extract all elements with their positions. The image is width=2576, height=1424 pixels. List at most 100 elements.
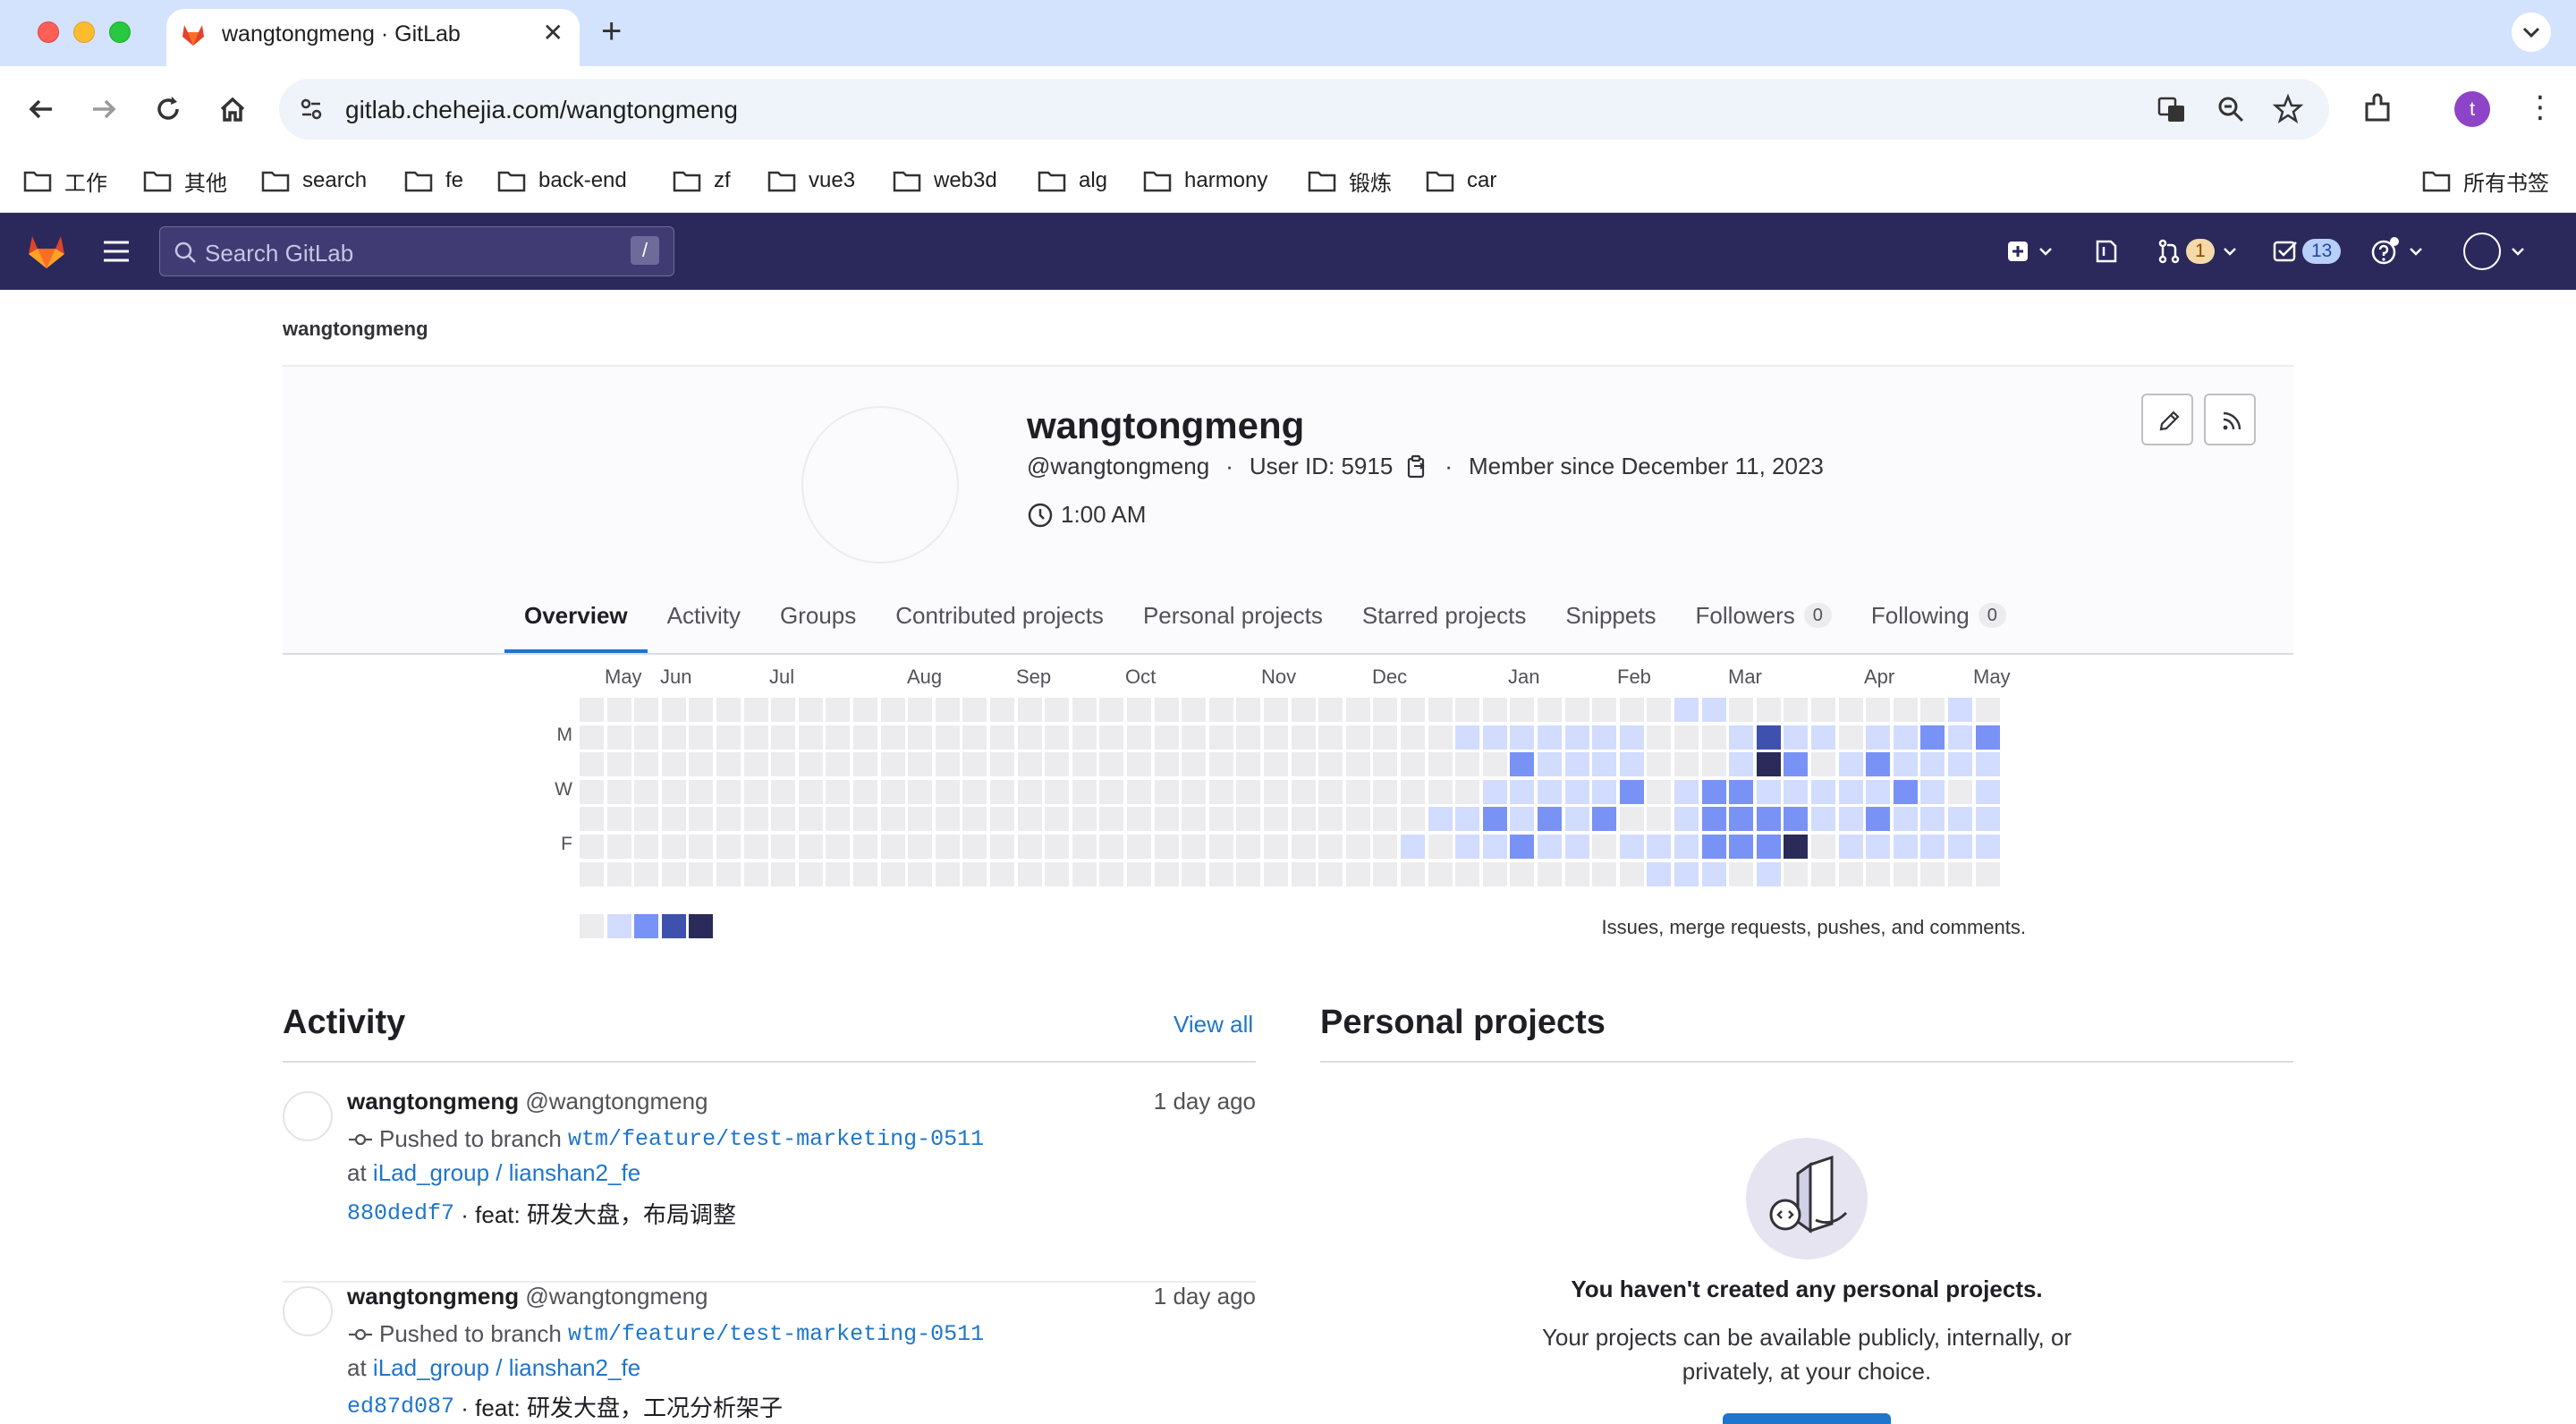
contribution-day-cell[interactable]: [1127, 725, 1151, 750]
contribution-day-cell[interactable]: [853, 725, 877, 750]
contribution-day-cell[interactable]: [1401, 752, 1425, 777]
contribution-day-cell[interactable]: [716, 779, 741, 804]
tab-activity[interactable]: Activity: [648, 598, 760, 653]
contribution-day-cell[interactable]: [1017, 752, 1042, 777]
contribution-day-cell[interactable]: [606, 779, 631, 804]
contribution-day-cell[interactable]: [1538, 835, 1562, 859]
contribution-day-cell[interactable]: [1318, 698, 1343, 722]
tab-following[interactable]: Following 0: [1852, 598, 2026, 653]
contribution-day-cell[interactable]: [1345, 861, 1370, 886]
contribution-day-cell[interactable]: [853, 752, 877, 777]
contribution-day-cell[interactable]: [606, 725, 631, 750]
contribution-day-cell[interactable]: [1182, 725, 1207, 750]
contribution-day-cell[interactable]: [1619, 725, 1644, 750]
contribution-day-cell[interactable]: [1674, 835, 1699, 859]
contribution-day-cell[interactable]: [1154, 725, 1179, 750]
contribution-day-cell[interactable]: [990, 752, 1014, 777]
contribution-day-cell[interactable]: [826, 698, 851, 722]
contribution-day-cell[interactable]: [1045, 779, 1070, 804]
contribution-day-cell[interactable]: [1701, 807, 1726, 832]
contribution-day-cell[interactable]: [1647, 725, 1672, 750]
contribution-day-cell[interactable]: [1428, 725, 1453, 750]
contribution-day-cell[interactable]: [689, 779, 714, 804]
contribution-day-cell[interactable]: [880, 835, 905, 859]
contribution-day-cell[interactable]: [716, 861, 741, 886]
contribution-day-cell[interactable]: [1373, 807, 1398, 832]
contribution-day-cell[interactable]: [1154, 835, 1179, 859]
contribution-day-cell[interactable]: [1482, 698, 1507, 722]
contribution-day-cell[interactable]: [1619, 779, 1644, 804]
contribution-day-cell[interactable]: [798, 807, 823, 832]
contribution-day-cell[interactable]: [771, 725, 796, 750]
contribution-day-cell[interactable]: [771, 861, 796, 886]
contribution-day-cell[interactable]: [1592, 861, 1617, 886]
contribution-day-cell[interactable]: [935, 861, 960, 886]
contribution-day-cell[interactable]: [1072, 779, 1097, 804]
contribution-day-cell[interactable]: [1592, 698, 1617, 722]
contribution-day-cell[interactable]: [1318, 807, 1343, 832]
contribution-day-cell[interactable]: [1017, 725, 1042, 750]
contribution-day-cell[interactable]: [798, 698, 823, 722]
contribution-day-cell[interactable]: [1345, 698, 1370, 722]
contribution-day-cell[interactable]: [1264, 835, 1288, 859]
gitlab-search-input[interactable]: Search GitLab /: [159, 226, 674, 276]
contribution-day-cell[interactable]: [1647, 698, 1672, 722]
edit-profile-button[interactable]: [2141, 394, 2193, 445]
contribution-day-cell[interactable]: [1838, 752, 1863, 777]
address-bar[interactable]: gitlab.chehejia.com/wangtongmeng: [279, 79, 2329, 140]
event-author-name[interactable]: wangtongmeng: [347, 1283, 519, 1310]
contribution-day-cell[interactable]: [716, 752, 741, 777]
contribution-day-cell[interactable]: [1182, 752, 1207, 777]
contribution-day-cell[interactable]: [1948, 807, 1972, 832]
contribution-day-cell[interactable]: [1099, 725, 1124, 750]
contribution-day-cell[interactable]: [1619, 698, 1644, 722]
bookmark-folder-web3d[interactable]: web3d: [893, 165, 997, 197]
contribution-day-cell[interactable]: [962, 752, 987, 777]
contribution-day-cell[interactable]: [1482, 752, 1507, 777]
contribution-day-cell[interactable]: [990, 698, 1014, 722]
contribution-day-cell[interactable]: [1208, 807, 1233, 832]
contribution-day-cell[interactable]: [1264, 861, 1288, 886]
contribution-day-cell[interactable]: [1401, 698, 1425, 722]
contribution-day-cell[interactable]: [1373, 861, 1398, 886]
create-new-button[interactable]: [2005, 234, 2054, 268]
contribution-day-cell[interactable]: [1182, 779, 1207, 804]
contribution-day-cell[interactable]: [1948, 698, 1972, 722]
contribution-day-cell[interactable]: [1756, 779, 1781, 804]
contribution-day-cell[interactable]: [1920, 725, 1945, 750]
contribution-day-cell[interactable]: [689, 861, 714, 886]
contribution-day-cell[interactable]: [661, 807, 686, 832]
contribution-day-cell[interactable]: [1072, 698, 1097, 722]
contribution-day-cell[interactable]: [1373, 779, 1398, 804]
rss-feed-button[interactable]: [2204, 394, 2256, 445]
todos-button[interactable]: 13: [2272, 234, 2342, 268]
contribution-day-cell[interactable]: [1647, 807, 1672, 832]
contribution-day-cell[interactable]: [1729, 807, 1754, 832]
contribution-day-cell[interactable]: [798, 835, 823, 859]
contribution-day-cell[interactable]: [1510, 698, 1535, 722]
contribution-day-cell[interactable]: [990, 779, 1014, 804]
contribution-day-cell[interactable]: [1674, 698, 1699, 722]
contribution-day-cell[interactable]: [1208, 725, 1233, 750]
contribution-day-cell[interactable]: [1866, 779, 1891, 804]
contribution-day-cell[interactable]: [1428, 807, 1453, 832]
contribution-day-cell[interactable]: [962, 725, 987, 750]
contribution-day-cell[interactable]: [1948, 725, 1972, 750]
contribution-day-cell[interactable]: [1701, 752, 1726, 777]
contribution-day-cell[interactable]: [1291, 752, 1316, 777]
contribution-day-cell[interactable]: [1729, 752, 1754, 777]
contribution-day-cell[interactable]: [1756, 835, 1781, 859]
contribution-day-cell[interactable]: [606, 698, 631, 722]
contribution-day-cell[interactable]: [962, 698, 987, 722]
view-all-link[interactable]: View all: [1174, 1011, 1253, 1038]
contribution-day-cell[interactable]: [743, 698, 768, 722]
contribution-day-cell[interactable]: [1045, 835, 1070, 859]
contribution-day-cell[interactable]: [1401, 835, 1425, 859]
contribution-day-cell[interactable]: [606, 835, 631, 859]
merge-requests-button[interactable]: 1: [2156, 234, 2238, 268]
contribution-day-cell[interactable]: [880, 725, 905, 750]
contribution-day-cell[interactable]: [1345, 835, 1370, 859]
contribution-day-cell[interactable]: [990, 807, 1014, 832]
contribution-day-cell[interactable]: [826, 861, 851, 886]
contribution-day-cell[interactable]: [1401, 725, 1425, 750]
